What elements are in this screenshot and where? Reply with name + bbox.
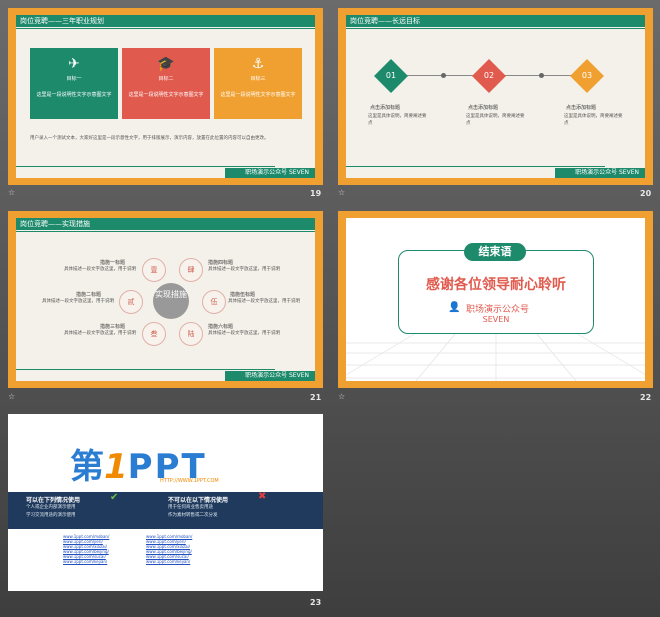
step-desc: 这里是具体说明，简要阐述要点 [466,114,525,126]
slide-19[interactable]: 岗位竞聘——三年职业规划 ✈ 目标一 这里是一段说明性文字示意图文字 🎓 目标二… [8,8,323,185]
step-desc: 这里是具体说明，简要阐述要点 [564,114,623,126]
anchor-icon: ⚓ [251,56,265,72]
link-list-right: www.1ppt.com/moban/ www.1ppt.com/jieri/ … [146,534,192,564]
goal-title: 目标二 [158,76,174,82]
item-desc: 具体描述一段文字放这里，用于说明 [208,331,280,336]
item-desc: 具体描述一段文字放这里，用于说明 [208,267,280,272]
footer-rule [16,369,275,370]
footer-text: 职场演示公众号 SEVEN [245,372,309,379]
star-icon[interactable]: ☆ [8,392,15,401]
link[interactable]: www.1ppt.com/kejian/ [63,559,109,564]
can-use-line: 学习交流用途的演示使用 [26,513,76,518]
header-rule [346,28,645,29]
footer-rule [346,166,605,167]
slide-23[interactable]: 第1PPT HTTP://WWW.1PPT.COM 可以在下列情况使用 ✔ 个人… [8,414,323,591]
footer-text: 职场演示公众号 SEVEN [575,169,639,176]
step-title: 点击添加标题 [566,105,597,111]
goal-desc: 这里是一段说明性文字示意图文字 [36,92,112,98]
item-title: 措施二标题 [76,292,102,298]
paragraph: 用户录入一个测试文本，大家好这里是一段示意性文字，用于排版展示，演示内容，放置在… [30,136,269,141]
slide-number: 21 [310,393,322,402]
dot [441,73,446,78]
thanks-title: 感谢各位领导耐心聆听 [426,277,566,293]
goal-card-3: ⚓ 目标三 这里是一段说明性文字示意图文字 [214,48,302,119]
closing-tag: 结束语 [464,243,526,261]
goal-desc: 这里是一段说明性文字示意图文字 [220,92,296,98]
step-desc: 这里是具体说明，简要阐述要点 [368,114,427,126]
center-label: 实现措施 [155,290,187,299]
item-title: 措施四标题 [208,260,234,266]
step-number: 02 [483,71,495,80]
item-circle: 叁 [142,322,166,346]
item-title: 措施三标题 [100,324,126,330]
slide-number: 20 [640,189,652,198]
slide-canvas: 岗位竞聘——实现措施 实现措施 壹 贰 叁 肆 伍 陆 措施一标题 具体描述一段… [16,218,315,381]
goal-title: 目标三 [250,76,266,82]
cross-icon: ✖ [258,491,267,502]
item-desc: 具体描述一段文字放这里，用于说明 [64,267,136,272]
step-number: 03 [581,71,593,80]
can-use-line: 个人或企业内部演示使用 [26,505,76,510]
header-rule [16,28,315,29]
paper-plane-icon: ✈ [68,56,80,72]
step-title: 点击添加标题 [370,105,401,111]
goal-title: 目标一 [66,76,82,82]
slide-22[interactable]: 结束语 感谢各位领导耐心聆听 👤 职场演示公众号 SEVEN [338,211,653,388]
logo-text-a: 第 [70,447,104,487]
slide-canvas: 岗位竞聘——长远目标 01 02 03 点击添加标题 这里是具体说明，简要阐述要… [346,15,645,178]
sub-title-2: SEVEN [482,315,510,324]
goal-card-2: 🎓 目标二 这里是一段说明性文字示意图文字 [122,48,210,119]
cannot-use-line: 用于任何商业售卖用途 [168,505,213,510]
cannot-use-title: 不可以在以下情况使用 [168,497,229,504]
item-circle: 肆 [179,258,203,282]
goal-card-1: ✈ 目标一 这里是一段说明性文字示意图文字 [30,48,118,119]
link-list-left: www.1ppt.com/moban/ www.1ppt.com/jieri/ … [63,534,109,564]
logo-url: HTTP://WWW.1PPT.COM [160,478,219,484]
item-desc: 具体描述一段文字放这里，用于说明 [228,299,300,304]
dot [539,73,544,78]
can-use-title: 可以在下列情况使用 [26,497,81,504]
slide-header: 岗位竞聘——长远目标 [350,17,420,25]
slide-number: 23 [310,598,322,607]
footer-text: 职场演示公众号 SEVEN [245,169,309,176]
step-title: 点击添加标题 [468,105,499,111]
star-icon[interactable]: ☆ [8,188,15,197]
item-circle: 壹 [142,258,166,282]
logo-text-b: 1 [104,447,128,487]
item-circle: 伍 [202,290,226,314]
slide-header: 岗位竞聘——实现措施 [20,220,90,228]
center-circle: 实现措施 [153,283,189,319]
goal-desc: 这里是一段说明性文字示意图文字 [128,92,204,98]
item-title: 措施六标题 [208,324,234,330]
header-rule [16,231,315,232]
item-desc: 具体描述一段文字放这里，用于说明 [64,331,136,336]
slide-21[interactable]: 岗位竞聘——实现措施 实现措施 壹 贰 叁 肆 伍 陆 措施一标题 具体描述一段… [8,211,323,388]
item-title: 措施一标题 [100,260,126,266]
slide-number: 19 [310,189,322,198]
check-icon: ✔ [110,492,119,503]
slide-20[interactable]: 岗位竞聘——长远目标 01 02 03 点击添加标题 这里是具体说明，简要阐述要… [338,8,653,185]
step-number: 01 [385,71,397,80]
slide-canvas: 岗位竞聘——三年职业规划 ✈ 目标一 这里是一段说明性文字示意图文字 🎓 目标二… [16,15,315,178]
star-icon[interactable]: ☆ [338,392,345,401]
slide-number: 22 [640,393,652,402]
sub-title: 职场演示公众号 [466,305,530,315]
item-circle: 贰 [119,290,143,314]
star-icon[interactable]: ☆ [338,188,345,197]
item-title: 措施伍标题 [230,292,256,298]
user-icon: 👤 [448,302,461,313]
footer-rule [16,166,275,167]
slide-canvas: 结束语 感谢各位领导耐心聆听 👤 职场演示公众号 SEVEN [346,218,645,381]
slide-header: 岗位竞聘——三年职业规划 [20,17,104,25]
cannot-use-line: 作为素材转售或二次分发 [168,513,218,518]
item-circle: 陆 [179,322,203,346]
item-desc: 具体描述一段文字放这里，用于说明 [42,299,114,304]
link[interactable]: www.1ppt.com/kejian/ [146,559,192,564]
graduation-cap-icon: 🎓 [157,56,175,72]
